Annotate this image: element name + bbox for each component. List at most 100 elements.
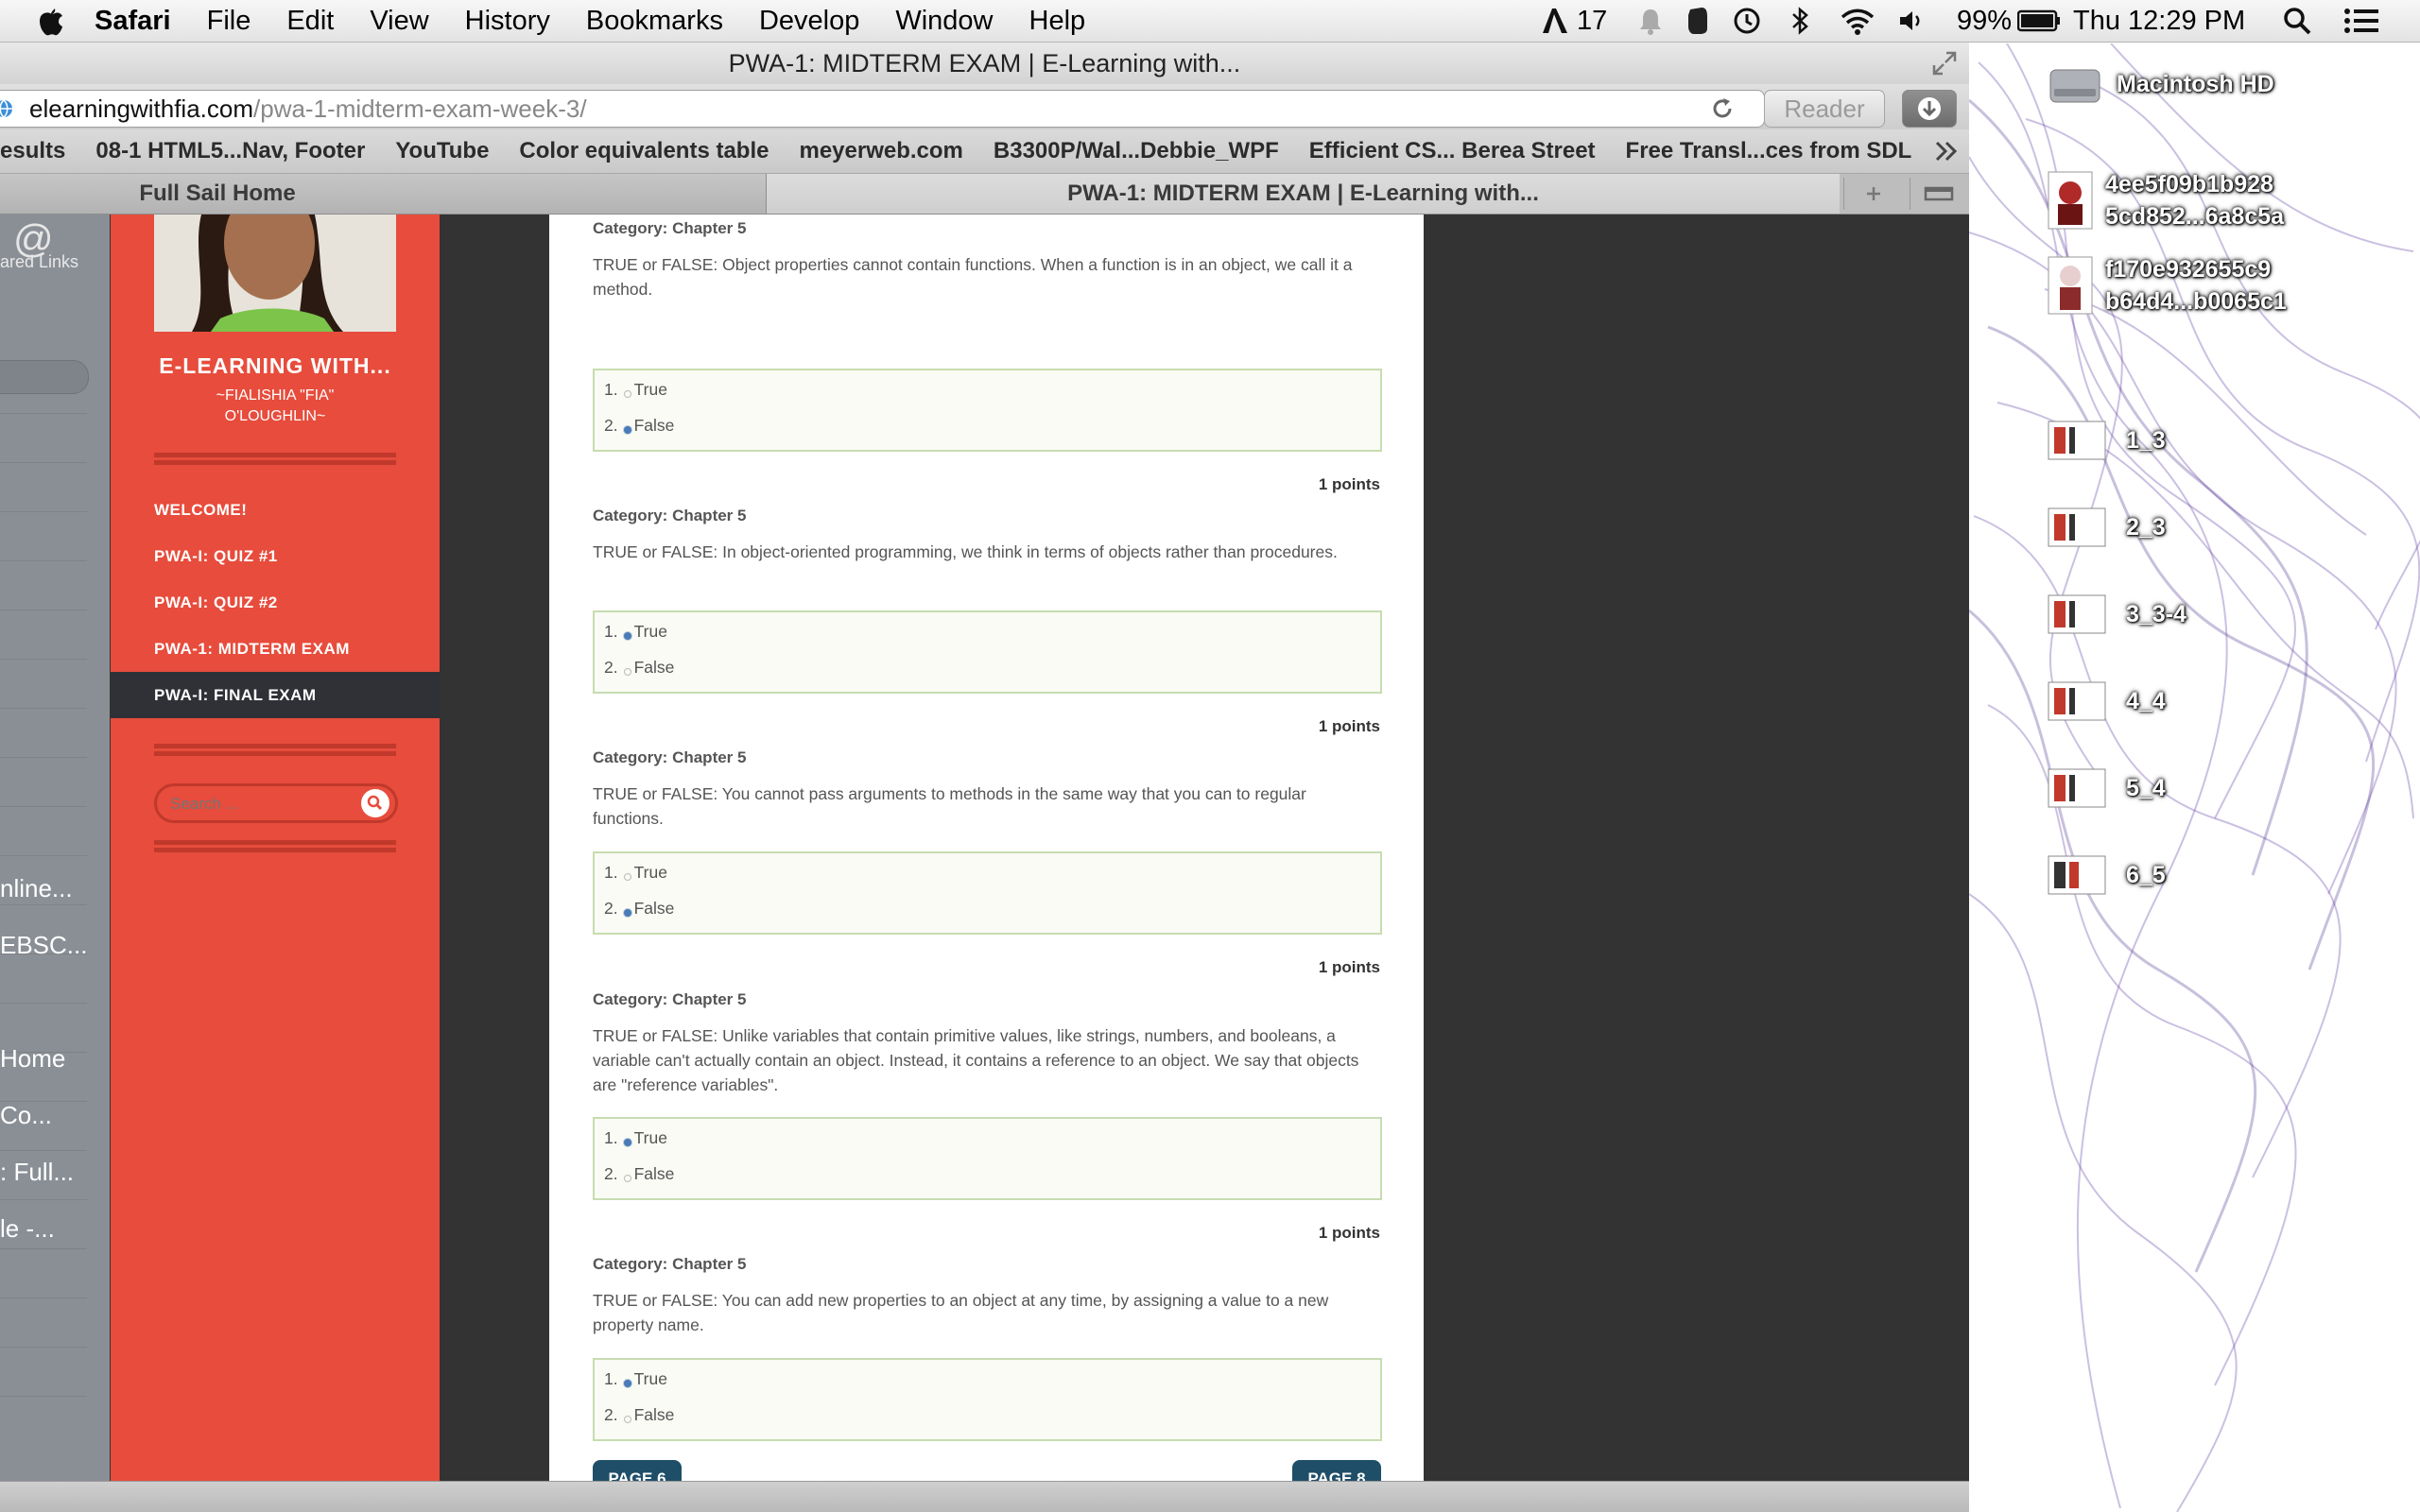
nav-quiz-2[interactable]: PWA-I: QUIZ #2 <box>154 593 278 612</box>
shared-link-item[interactable]: Home <box>0 1044 65 1074</box>
time-machine-icon[interactable] <box>1732 0 1762 42</box>
menu-file[interactable]: File <box>207 6 251 37</box>
bookmark-item[interactable]: 08-1 HTML5...Nav, Footer <box>95 138 365 164</box>
desktop-icon-1-3[interactable]: 1_3 <box>2047 420 2166 461</box>
radio-button-selected[interactable] <box>623 631 631 640</box>
menu-window[interactable]: Window <box>895 6 993 37</box>
question-text: TRUE or FALSE: In object-oriented progra… <box>593 542 1338 561</box>
desktop-icon-macintosh-hd[interactable]: Macintosh HD <box>2047 60 2274 108</box>
shared-link-item[interactable]: Co... <box>0 1101 52 1130</box>
shared-link-item[interactable]: : Full... <box>0 1158 74 1187</box>
desktop-icon-image-1[interactable]: 4ee5f09b1b928 5cd852...6a8c5a <box>2047 168 2284 232</box>
sidebar-divider <box>154 453 396 460</box>
radio-button-selected[interactable] <box>623 908 631 917</box>
answer-option-true[interactable]: 1. True <box>604 1369 667 1389</box>
reader-label: Reader <box>1784 94 1865 123</box>
shared-link-item[interactable]: nline... <box>0 874 73 903</box>
notification-bell-icon[interactable] <box>1637 0 1664 42</box>
bookmark-item[interactable]: YouTube <box>395 138 489 164</box>
answer-option-false[interactable]: 2. False <box>604 658 674 678</box>
menu-app-safari[interactable]: Safari <box>95 6 171 37</box>
answer-option-false[interactable]: 2. False <box>604 1164 674 1184</box>
option-label: False <box>633 1405 675 1424</box>
apple-menu-icon[interactable] <box>36 5 64 37</box>
answer-option-false[interactable]: 2. False <box>604 416 674 436</box>
nav-final-exam[interactable]: PWA-I: FINAL EXAM <box>154 686 317 705</box>
bookmark-item[interactable]: Efficient CS... Berea Street <box>1309 138 1596 164</box>
menu-history[interactable]: History <box>465 6 550 37</box>
reader-button[interactable]: Reader <box>1764 90 1885 128</box>
question-category: Category: Chapter 5 <box>593 219 747 237</box>
document-icon <box>2048 594 2106 634</box>
desktop-icon-3-3-4[interactable]: 3_3-4 <box>2047 593 2187 635</box>
spotlight-search-icon[interactable] <box>2282 0 2312 42</box>
radio-button[interactable] <box>623 667 631 676</box>
desktop-icon-2-3[interactable]: 2_3 <box>2047 507 2166 548</box>
bookmark-item[interactable]: meyerweb.com <box>799 138 962 164</box>
wifi-icon[interactable] <box>1839 0 1876 42</box>
battery-status[interactable]: 99% <box>1957 0 2061 42</box>
shared-link-item[interactable]: EBSC... <box>0 931 87 960</box>
notification-center-icon[interactable] <box>2342 0 2380 42</box>
desktop-icon-4-4[interactable]: 4_4 <box>2047 680 2166 722</box>
desktop-icon-6-5[interactable]: 6_5 <box>2047 854 2166 896</box>
clock[interactable]: Thu 12:29 PM <box>2073 0 2245 42</box>
desktop-icon-label: 6_5 <box>2126 862 2166 888</box>
site-search-box[interactable] <box>154 783 398 823</box>
search-icon[interactable] <box>361 789 389 817</box>
radio-button[interactable] <box>623 872 631 881</box>
tab-full-sail-home[interactable]: Full Sail Home <box>0 174 767 214</box>
bookmark-item[interactable]: esults <box>0 138 65 164</box>
shared-link-item[interactable]: le -... <box>0 1214 55 1244</box>
answer-option-true[interactable]: 1. True <box>604 863 667 883</box>
desktop-icon-label: 5_4 <box>2126 775 2166 801</box>
reload-icon[interactable] <box>1710 96 1735 121</box>
menu-bookmarks[interactable]: Bookmarks <box>586 6 723 37</box>
answer-option-true[interactable]: 1. True <box>604 622 667 642</box>
radio-button[interactable] <box>623 1415 631 1423</box>
sidebar-divider <box>154 840 396 848</box>
nav-welcome[interactable]: WELCOME! <box>154 501 247 520</box>
volume-icon[interactable] <box>1896 0 1925 42</box>
menu-develop[interactable]: Develop <box>759 6 859 37</box>
desktop-icon-label: f170e932655c9 b64d4...b0065c1 <box>2105 256 2287 315</box>
address-bar[interactable]: elearningwithfia.com/pwa-1-midterm-exam-… <box>0 90 1765 128</box>
answer-option-false[interactable]: 2. False <box>604 899 674 919</box>
desktop-icon-image-2[interactable]: f170e932655c9 b64d4...b0065c1 <box>2047 253 2287 318</box>
downloads-button[interactable] <box>1902 90 1957 128</box>
site-title[interactable]: E-LEARNING WITH... <box>111 353 440 379</box>
menu-help[interactable]: Help <box>1029 6 1086 37</box>
nav-quiz-1[interactable]: PWA-I: QUIZ #1 <box>154 547 278 566</box>
answer-option-false[interactable]: 2. False <box>604 1405 674 1425</box>
bluetooth-icon[interactable] <box>1789 0 1810 42</box>
tab-bar: Full Sail Home PWA-1: MIDTERM EXAM | E-L… <box>0 174 1969 215</box>
radio-button-selected[interactable] <box>623 1138 631 1146</box>
safari-window: PWA-1: MIDTERM EXAM | E-Learning with...… <box>0 43 1969 1512</box>
answer-option-true[interactable]: 1. True <box>604 1128 667 1148</box>
tab-overview-button[interactable] <box>1910 178 1967 210</box>
tab-midterm-exam[interactable]: PWA-1: MIDTERM EXAM | E-Learning with... <box>767 174 1840 214</box>
nav-midterm-exam[interactable]: PWA-1: MIDTERM EXAM <box>154 640 350 659</box>
bookmark-item[interactable]: B3300P/Wal...Debbie_WPF <box>994 138 1279 164</box>
radio-button-selected[interactable] <box>623 425 631 434</box>
evernote-icon[interactable] <box>1685 0 1711 42</box>
site-search-input[interactable] <box>168 792 352 816</box>
image-thumbnail-icon <box>2048 256 2093 315</box>
adobe-status-item[interactable]: 17 <box>1541 0 1607 42</box>
menu-edit[interactable]: Edit <box>286 6 334 37</box>
new-tab-button[interactable] <box>1843 178 1903 210</box>
answer-option-true[interactable]: 1. True <box>604 380 667 400</box>
option-label: True <box>633 622 667 641</box>
bookmarks-overflow-icon[interactable] <box>1934 139 1959 163</box>
radio-button-selected[interactable] <box>623 1379 631 1387</box>
radio-button[interactable] <box>623 1174 631 1182</box>
radio-button[interactable] <box>623 389 631 398</box>
sidebar-search-field[interactable] <box>0 360 89 394</box>
bookmark-item[interactable]: Free Transl...ces from SDL <box>1626 138 1912 164</box>
desktop-icon-5-4[interactable]: 5_4 <box>2047 767 2166 809</box>
bookmark-item[interactable]: Color equivalents table <box>519 138 769 164</box>
fullscreen-icon[interactable] <box>1931 50 1958 77</box>
menu-view[interactable]: View <box>370 6 428 37</box>
menu-bar: Safari File Edit View History Bookmarks … <box>0 0 2420 43</box>
question-category: Category: Chapter 5 <box>593 507 747 524</box>
